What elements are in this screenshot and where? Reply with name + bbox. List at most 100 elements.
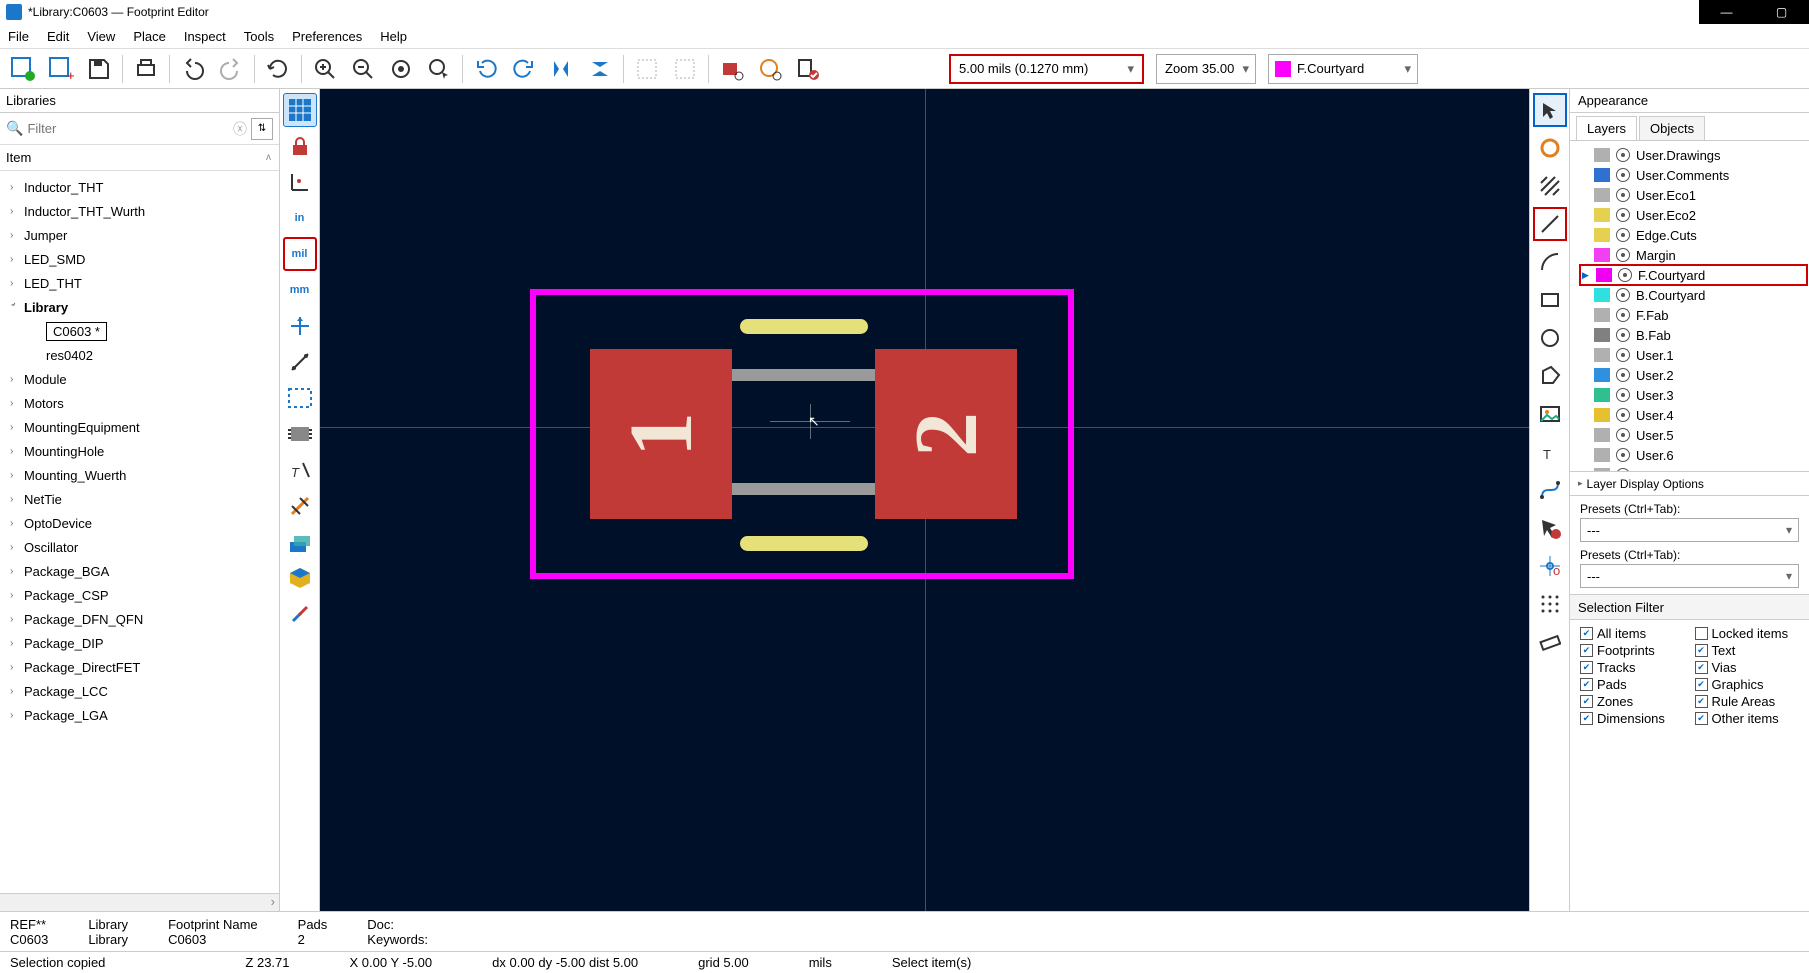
mirror-h-button[interactable]	[545, 52, 579, 86]
layer-swatch-icon[interactable]	[1594, 348, 1610, 362]
layer-row[interactable]: User.3	[1580, 385, 1807, 405]
hatch-tool[interactable]	[1533, 169, 1567, 203]
visibility-icon[interactable]	[1618, 268, 1632, 282]
layer-row[interactable]: User.5	[1580, 425, 1807, 445]
library-item[interactable]: ›NetTie	[0, 487, 279, 511]
library-item[interactable]: ›Motors	[0, 391, 279, 415]
mm-icon[interactable]: mm	[283, 273, 317, 307]
rotate-ccw-button[interactable]	[469, 52, 503, 86]
library-item[interactable]: ›Package_BGA	[0, 559, 279, 583]
poly-tool[interactable]	[1533, 359, 1567, 393]
line-tool[interactable]	[1533, 207, 1567, 241]
library-item[interactable]: ›OptoDevice	[0, 511, 279, 535]
menu-inspect[interactable]: Inspect	[184, 29, 226, 44]
checkbox-icon[interactable]: ✔	[1580, 661, 1593, 674]
library-item[interactable]: ›LED_THT	[0, 271, 279, 295]
menu-help[interactable]: Help	[380, 29, 407, 44]
visibility-icon[interactable]	[1616, 248, 1630, 262]
layer-display-options[interactable]: Layer Display Options	[1570, 471, 1809, 495]
grid-toggle-icon[interactable]	[283, 93, 317, 127]
visibility-icon[interactable]	[1616, 328, 1630, 342]
dimension-icon[interactable]	[283, 489, 317, 523]
ungroup-button[interactable]	[668, 52, 702, 86]
filter-item[interactable]: Locked items	[1695, 626, 1800, 641]
filter-item[interactable]: ✔Vias	[1695, 660, 1800, 675]
visibility-icon[interactable]	[1616, 468, 1630, 471]
checkbox-icon[interactable]: ✔	[1695, 712, 1708, 725]
layer-row[interactable]: User.7	[1580, 465, 1807, 471]
visibility-icon[interactable]	[1616, 168, 1630, 182]
filter-item[interactable]: ✔Graphics	[1695, 677, 1800, 692]
layers-icon[interactable]	[283, 525, 317, 559]
layer-row[interactable]: User.Eco2	[1580, 205, 1807, 225]
pad-1[interactable]: 1	[590, 349, 732, 519]
maximize-button[interactable]: ▢	[1754, 0, 1809, 24]
chip-icon[interactable]	[283, 417, 317, 451]
fab-top[interactable]	[732, 369, 876, 381]
menu-place[interactable]: Place	[133, 29, 166, 44]
checkbox-icon[interactable]: ✔	[1580, 712, 1593, 725]
library-item[interactable]: ›Package_LCC	[0, 679, 279, 703]
add-footprint-button[interactable]: +	[44, 52, 78, 86]
visibility-icon[interactable]	[1616, 428, 1630, 442]
library-item[interactable]: ›Package_CSP	[0, 583, 279, 607]
library-item[interactable]: res0402	[0, 343, 279, 367]
text-tool[interactable]: T	[1533, 435, 1567, 469]
filter-item[interactable]: ✔Other items	[1695, 711, 1800, 726]
menu-preferences[interactable]: Preferences	[292, 29, 362, 44]
save-button[interactable]	[82, 52, 116, 86]
pad-properties-button[interactable]	[715, 52, 749, 86]
zoom-in-button[interactable]	[308, 52, 342, 86]
delete-tool[interactable]	[1533, 511, 1567, 545]
layer-swatch-icon[interactable]	[1594, 448, 1610, 462]
new-footprint-button[interactable]	[6, 52, 40, 86]
arrow-tool[interactable]	[1533, 93, 1567, 127]
cursor-mode-icon[interactable]	[283, 309, 317, 343]
library-item[interactable]: ›Inductor_THT_Wurth	[0, 199, 279, 223]
library-item[interactable]: ›Mounting_Wuerth	[0, 463, 279, 487]
fab-bottom[interactable]	[732, 483, 876, 495]
pad-2[interactable]: 2	[875, 349, 1017, 519]
visibility-icon[interactable]	[1616, 348, 1630, 362]
library-item[interactable]: ›Library	[0, 295, 279, 319]
checkbox-icon[interactable]: ✔	[1580, 695, 1593, 708]
library-item[interactable]: ›Package_DFN_QFN	[0, 607, 279, 631]
zoom-dropdown[interactable]: Zoom 35.00	[1156, 54, 1256, 84]
ratsnest-icon[interactable]	[283, 345, 317, 379]
print-button[interactable]	[129, 52, 163, 86]
checkbox-icon[interactable]: ✔	[1695, 695, 1708, 708]
tab-layers[interactable]: Layers	[1576, 116, 1637, 140]
3d-icon[interactable]	[283, 561, 317, 595]
layer-row[interactable]: User.Drawings	[1580, 145, 1807, 165]
outline-icon[interactable]	[283, 381, 317, 415]
library-item[interactable]: ›Inductor_THT	[0, 175, 279, 199]
visibility-icon[interactable]	[1616, 228, 1630, 242]
library-item[interactable]: ›LED_SMD	[0, 247, 279, 271]
filter-item[interactable]: ✔Footprints	[1580, 643, 1685, 658]
library-item[interactable]: ›Module	[0, 367, 279, 391]
layer-swatch-icon[interactable]	[1594, 148, 1610, 162]
mils-icon[interactable]: mil	[283, 237, 317, 271]
visibility-icon[interactable]	[1616, 208, 1630, 222]
library-item[interactable]: ›Package_DirectFET	[0, 655, 279, 679]
settings-icon[interactable]	[283, 597, 317, 631]
layer-swatch-icon[interactable]	[1594, 328, 1610, 342]
menu-view[interactable]: View	[87, 29, 115, 44]
filter-item[interactable]: ✔Tracks	[1580, 660, 1685, 675]
highlight-tool[interactable]	[1533, 131, 1567, 165]
filter-item[interactable]: ✔Text	[1695, 643, 1800, 658]
checkbox-icon[interactable]: ✔	[1580, 644, 1593, 657]
layer-swatch-icon[interactable]	[1594, 408, 1610, 422]
silkscreen-bottom[interactable]	[740, 536, 868, 551]
menu-file[interactable]: File	[8, 29, 29, 44]
layer-row[interactable]: User.Comments	[1580, 165, 1807, 185]
undo-button[interactable]	[176, 52, 210, 86]
minimize-button[interactable]: —	[1699, 0, 1754, 24]
zoom-select-button[interactable]	[422, 52, 456, 86]
checkbox-icon[interactable]: ✔	[1695, 661, 1708, 674]
libraries-filter-input[interactable]	[27, 121, 229, 136]
check-button[interactable]	[791, 52, 825, 86]
layer-row[interactable]: F.Fab	[1580, 305, 1807, 325]
filter-item[interactable]: ✔All items	[1580, 626, 1685, 641]
checkbox-icon[interactable]: ✔	[1580, 678, 1593, 691]
